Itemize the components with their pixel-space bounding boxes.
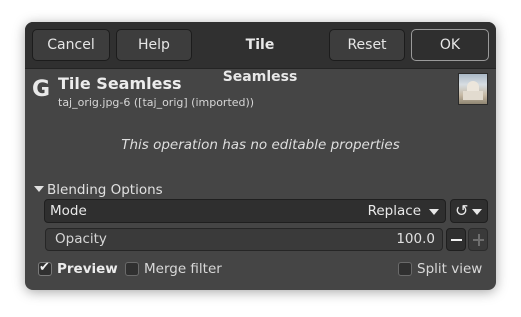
reset-arrow-icon: ↺ — [455, 201, 469, 220]
blending-options-toggle[interactable]: Blending Options — [34, 182, 163, 198]
mode-reset-combo[interactable]: ↺ — [450, 199, 488, 223]
mode-combo[interactable]: Mode Replace — [44, 199, 446, 223]
checkbox-unchecked[interactable] — [125, 262, 139, 276]
opacity-label: Opacity — [55, 231, 107, 247]
dialog-header: Cancel Help Tile Seamless Reset OK — [25, 22, 496, 85]
cancel-button[interactable]: Cancel — [32, 29, 110, 61]
mode-label: Mode — [50, 203, 87, 219]
expander-triangle-icon — [34, 186, 44, 192]
thumbnail-base — [463, 91, 483, 100]
chevron-down-icon — [472, 209, 482, 215]
opacity-value: 100.0 — [396, 231, 435, 247]
merge-filter-checkbox[interactable]: Merge filter — [125, 261, 235, 279]
tile-seamless-dialog: Cancel Help Tile Seamless Reset OK G Til… — [25, 22, 496, 290]
opacity-decrease-button[interactable] — [446, 228, 466, 251]
ok-button[interactable]: OK — [411, 29, 489, 61]
checkmark-icon: ✔ — [39, 260, 50, 275]
opacity-increase-button[interactable] — [468, 228, 488, 251]
split-view-label: Split view — [417, 261, 483, 277]
minus-icon — [451, 239, 462, 241]
operation-title: Tile Seamless — [58, 74, 182, 93]
chevron-down-icon — [429, 209, 439, 215]
split-view-checkbox[interactable]: Split view — [398, 261, 490, 279]
opacity-slider[interactable]: Opacity 100.0 — [45, 228, 443, 251]
checkbox-checked[interactable]: ✔ — [38, 260, 52, 276]
reset-button[interactable]: Reset — [329, 29, 405, 61]
dialog-title: Tile Seamless — [222, 37, 298, 85]
no-properties-message: This operation has no editable propertie… — [121, 137, 400, 153]
help-button[interactable]: Help — [116, 29, 192, 61]
preview-checkbox[interactable]: ✔ Preview — [38, 260, 128, 279]
mode-value: Replace — [367, 203, 421, 219]
blending-options-label: Blending Options — [47, 182, 163, 198]
preview-label: Preview — [57, 261, 118, 277]
checkbox-unchecked[interactable] — [398, 262, 412, 276]
plus-icon-vertical — [478, 234, 480, 246]
operation-subtitle: taj_orig.jpg-6 ([taj_orig] (imported)) — [58, 96, 255, 109]
merge-filter-label: Merge filter — [144, 261, 222, 277]
image-thumbnail — [458, 73, 488, 105]
gimp-g-icon: G — [31, 77, 51, 102]
